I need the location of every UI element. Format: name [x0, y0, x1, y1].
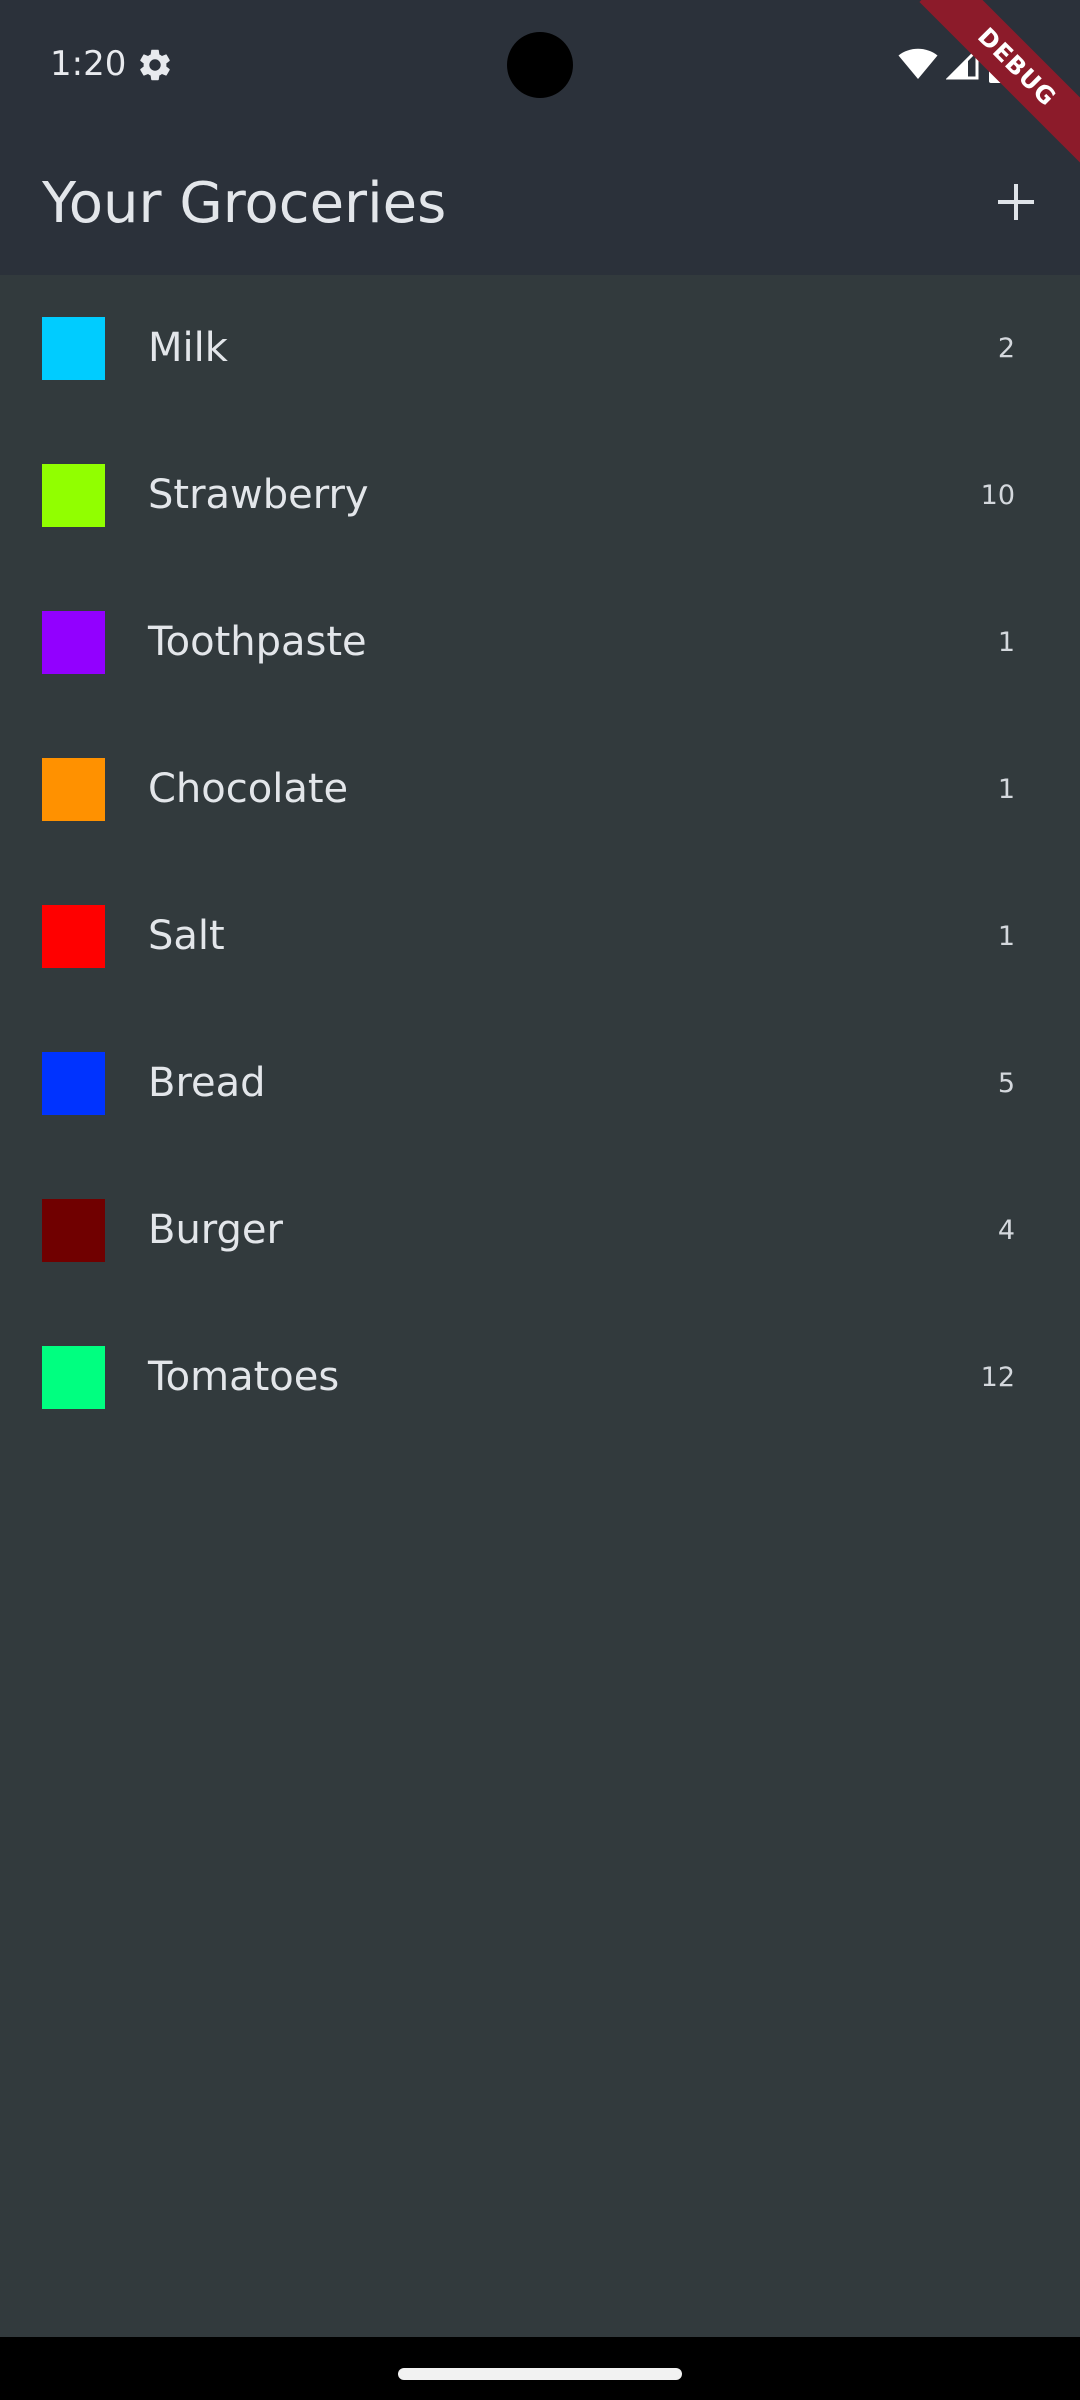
item-quantity: 10: [980, 480, 1015, 511]
list-item[interactable]: Bread 5: [0, 1010, 1080, 1157]
add-item-button[interactable]: [972, 158, 1060, 246]
settings-gear-icon: [136, 46, 174, 84]
item-quantity: 5: [997, 1068, 1015, 1099]
color-swatch: [42, 758, 105, 821]
color-swatch: [42, 1052, 105, 1115]
screen: 1:20 Your Groceries DEBUG Milk 2 Strawbe…: [0, 0, 1080, 2400]
color-swatch: [42, 1199, 105, 1262]
item-quantity: 1: [997, 627, 1015, 658]
grocery-list: Milk 2 Strawberry 10 Toothpaste 1 Chocol…: [0, 275, 1080, 1451]
color-swatch: [42, 611, 105, 674]
item-name: Toothpaste: [148, 619, 367, 665]
item-name: Salt: [148, 913, 225, 959]
list-item[interactable]: Toothpaste 1: [0, 569, 1080, 716]
navigation-bar: [0, 2337, 1080, 2400]
list-item[interactable]: Chocolate 1: [0, 716, 1080, 863]
page-title: Your Groceries: [42, 171, 447, 236]
item-name: Tomatoes: [148, 1354, 340, 1400]
color-swatch: [42, 1346, 105, 1409]
item-quantity: 12: [980, 1362, 1015, 1393]
list-item[interactable]: Milk 2: [0, 275, 1080, 422]
item-name: Strawberry: [148, 472, 369, 518]
status-bar: 1:20: [0, 0, 1080, 128]
top-area: 1:20 Your Groceries: [0, 0, 1080, 275]
color-swatch: [42, 464, 105, 527]
item-quantity: 2: [997, 333, 1015, 364]
list-item[interactable]: Tomatoes 12: [0, 1304, 1080, 1451]
status-time: 1:20: [50, 44, 127, 84]
item-name: Bread: [148, 1060, 266, 1106]
item-quantity: 1: [997, 921, 1015, 952]
camera-cutout: [507, 32, 573, 98]
item-name: Chocolate: [148, 766, 349, 812]
list-item[interactable]: Salt 1: [0, 863, 1080, 1010]
item-quantity: 4: [997, 1215, 1015, 1246]
color-swatch: [42, 317, 105, 380]
item-quantity: 1: [997, 774, 1015, 805]
wifi-icon: [898, 48, 938, 80]
plus-icon: [998, 184, 1034, 220]
app-bar: Your Groceries: [0, 128, 1080, 275]
list-item[interactable]: Strawberry 10: [0, 422, 1080, 569]
color-swatch: [42, 905, 105, 968]
item-name: Burger: [148, 1207, 283, 1253]
item-name: Milk: [148, 325, 228, 371]
list-item[interactable]: Burger 4: [0, 1157, 1080, 1304]
home-indicator[interactable]: [398, 2368, 682, 2380]
